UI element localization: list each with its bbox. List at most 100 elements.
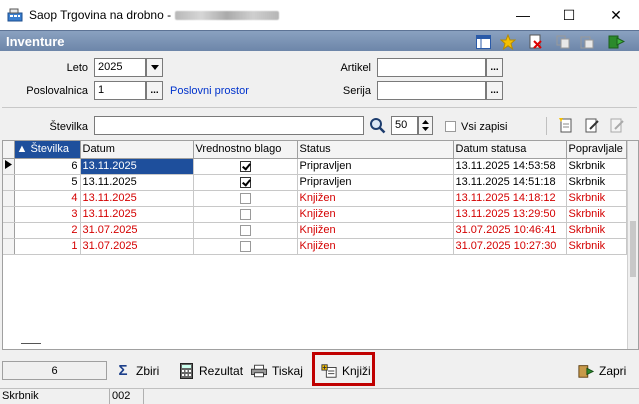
row-indicator[interactable] <box>3 206 15 223</box>
cell-status[interactable]: Knjižen <box>297 190 454 207</box>
search-icon[interactable] <box>369 117 386 134</box>
checkbox-unchecked[interactable] <box>239 192 251 204</box>
cell-datum-statusa[interactable]: 13.11.2025 14:51:18 <box>453 174 567 191</box>
checkbox-box <box>445 120 456 132</box>
zapri-button[interactable]: Zapri <box>578 361 626 380</box>
cell-vrednostno-blago[interactable] <box>193 238 298 255</box>
cell-popravljal[interactable]: Skrbnik <box>566 174 627 191</box>
cell-datum-statusa[interactable]: 31.07.2025 10:27:30 <box>453 238 567 255</box>
cell-popravljal[interactable]: Skrbnik <box>566 222 627 239</box>
col-header-stevilka[interactable]: ▲ Številka <box>14 141 81 159</box>
tiskaj-label: Tiskaj <box>272 363 303 378</box>
chevron-down-icon <box>150 65 159 70</box>
checkbox-checked[interactable] <box>239 176 251 188</box>
cell-status[interactable]: Pripravljen <box>297 158 454 175</box>
serija-label: Serija <box>342 85 371 97</box>
vertical-scrollbar[interactable] <box>627 141 638 349</box>
edit-doc-icon[interactable] <box>584 117 600 133</box>
col-header-datum[interactable]: Datum <box>80 141 194 159</box>
col-header-status[interactable]: Status <box>297 141 454 159</box>
row-indicator[interactable] <box>3 174 15 191</box>
cell-status[interactable]: Knjižen <box>297 238 454 255</box>
cell-datum[interactable]: 31.07.2025 <box>80 222 194 239</box>
table-row[interactable]: 1 31.07.2025 Knjižen 31.07.2025 10:27:30 Skr… <box>3 238 627 255</box>
table-row[interactable]: 4 13.11.2025 Knjižen 13.11.2025 14:18:12 Skr… <box>3 190 627 207</box>
artikel-field[interactable] <box>377 58 486 77</box>
minimize-button[interactable]: — <box>500 0 546 30</box>
cell-stevilka[interactable]: 1 <box>14 238 81 255</box>
new-doc-icon[interactable] <box>558 117 574 133</box>
row-indicator[interactable] <box>3 190 15 207</box>
col-header-vrednostno-blago[interactable]: Vrednostno blago <box>193 141 298 159</box>
cell-vrednostno-blago[interactable] <box>193 174 298 191</box>
row-indicator[interactable] <box>3 222 15 239</box>
cell-stevilka[interactable]: 6 <box>14 158 81 175</box>
maximize-button[interactable]: ☐ <box>546 0 592 30</box>
leto-select[interactable]: 2025 <box>94 58 146 77</box>
col-header-datum-statusa[interactable]: Datum statusa <box>453 141 567 159</box>
checkbox-unchecked[interactable] <box>239 240 251 252</box>
artikel-lookup-button[interactable]: ... <box>486 58 503 77</box>
cell-status[interactable]: Knjižen <box>297 206 454 223</box>
inventory-table: ▲ Številka Datum Vrednostno blago Status… <box>3 141 627 255</box>
highlight-box <box>312 352 375 386</box>
cell-vrednostno-blago[interactable] <box>193 190 298 207</box>
exit-icon[interactable] <box>607 33 625 50</box>
vsi-zapisi-checkbox[interactable] <box>445 120 456 132</box>
cell-vrednostno-blago[interactable] <box>193 158 298 175</box>
rezultat-button[interactable]: Rezultat <box>178 361 243 380</box>
cell-datum-statusa[interactable]: 13.11.2025 13:29:50 <box>453 206 567 223</box>
inventory-grid[interactable]: ▲ Številka Datum Vrednostno blago Status… <box>2 140 639 350</box>
layout-icon[interactable] <box>474 33 492 50</box>
table-row[interactable]: 6 13.11.2025 Pripravljen 13.11.2025 14:53:5… <box>3 158 627 175</box>
stevilka-search-input[interactable] <box>94 116 364 135</box>
cell-stevilka[interactable]: 5 <box>14 174 81 191</box>
table-row[interactable]: 2 31.07.2025 Knjižen 31.07.2025 10:46:41 Skr… <box>3 222 627 239</box>
star-icon[interactable] <box>499 33 517 50</box>
tiskaj-button[interactable]: Tiskaj <box>251 361 303 380</box>
delete-doc-icon[interactable] <box>527 33 545 50</box>
cell-datum[interactable]: 13.11.2025 <box>80 158 194 175</box>
cell-stevilka[interactable]: 4 <box>14 190 81 207</box>
filter-panel: Leto 2025 Poslovalnica 1 ... Poslovni pr… <box>0 51 639 139</box>
zbiri-button[interactable]: Σ Zbiri <box>115 361 159 380</box>
close-window-button[interactable]: ✕ <box>593 0 639 30</box>
cell-datum[interactable]: 13.11.2025 <box>80 190 194 207</box>
leto-dropdown-button[interactable] <box>146 58 163 77</box>
cell-popravljal[interactable]: Skrbnik <box>566 238 627 255</box>
cell-vrednostno-blago[interactable] <box>193 206 298 223</box>
scrollbar-thumb[interactable] <box>630 221 636 277</box>
serija-field[interactable] <box>377 81 486 100</box>
checkbox-unchecked[interactable] <box>239 208 251 220</box>
poslovalnica-field[interactable]: 1 <box>94 81 146 100</box>
row-indicator[interactable] <box>3 238 15 255</box>
cell-status[interactable]: Pripravljen <box>297 174 454 191</box>
checkbox-checked[interactable] <box>239 160 251 172</box>
col-header-popravljal[interactable]: Popravljale <box>566 141 627 159</box>
cell-popravljal[interactable]: Skrbnik <box>566 158 627 175</box>
cell-popravljal[interactable]: Skrbnik <box>566 190 627 207</box>
limit-spinner[interactable] <box>418 116 433 135</box>
cell-vrednostno-blago[interactable] <box>193 222 298 239</box>
table-row[interactable]: 3 13.11.2025 Knjižen 13.11.2025 13:29:50 Skr… <box>3 206 627 223</box>
row-indicator[interactable] <box>3 158 15 175</box>
cell-datum[interactable]: 13.11.2025 <box>80 174 194 191</box>
cell-datum-statusa[interactable]: 31.07.2025 10:46:41 <box>453 222 567 239</box>
cell-datum-statusa[interactable]: 13.11.2025 14:18:12 <box>453 190 567 207</box>
table-row[interactable]: 5 13.11.2025 Pripravljen 13.11.2025 14:51:1… <box>3 174 627 191</box>
zbiri-label: Zbiri <box>136 363 160 378</box>
cell-status[interactable]: Knjižen <box>297 222 454 239</box>
cell-stevilka[interactable]: 2 <box>14 222 81 239</box>
cell-popravljal[interactable]: Skrbnik <box>566 206 627 223</box>
checkbox-unchecked[interactable] <box>239 224 251 236</box>
copy-disabled-icon <box>554 33 572 50</box>
cell-datum-statusa[interactable]: 13.11.2025 14:53:58 <box>453 158 567 175</box>
poslovalnica-lookup-button[interactable]: ... <box>146 81 163 100</box>
cell-stevilka[interactable]: 3 <box>14 206 81 223</box>
poslovni-prostor-link[interactable]: Poslovni prostor <box>170 85 249 97</box>
cell-datum[interactable]: 13.11.2025 <box>80 206 194 223</box>
calculator-icon <box>178 362 194 379</box>
cell-datum[interactable]: 31.07.2025 <box>80 238 194 255</box>
limit-field[interactable]: 50 <box>391 116 418 135</box>
serija-lookup-button[interactable]: ... <box>486 81 503 100</box>
